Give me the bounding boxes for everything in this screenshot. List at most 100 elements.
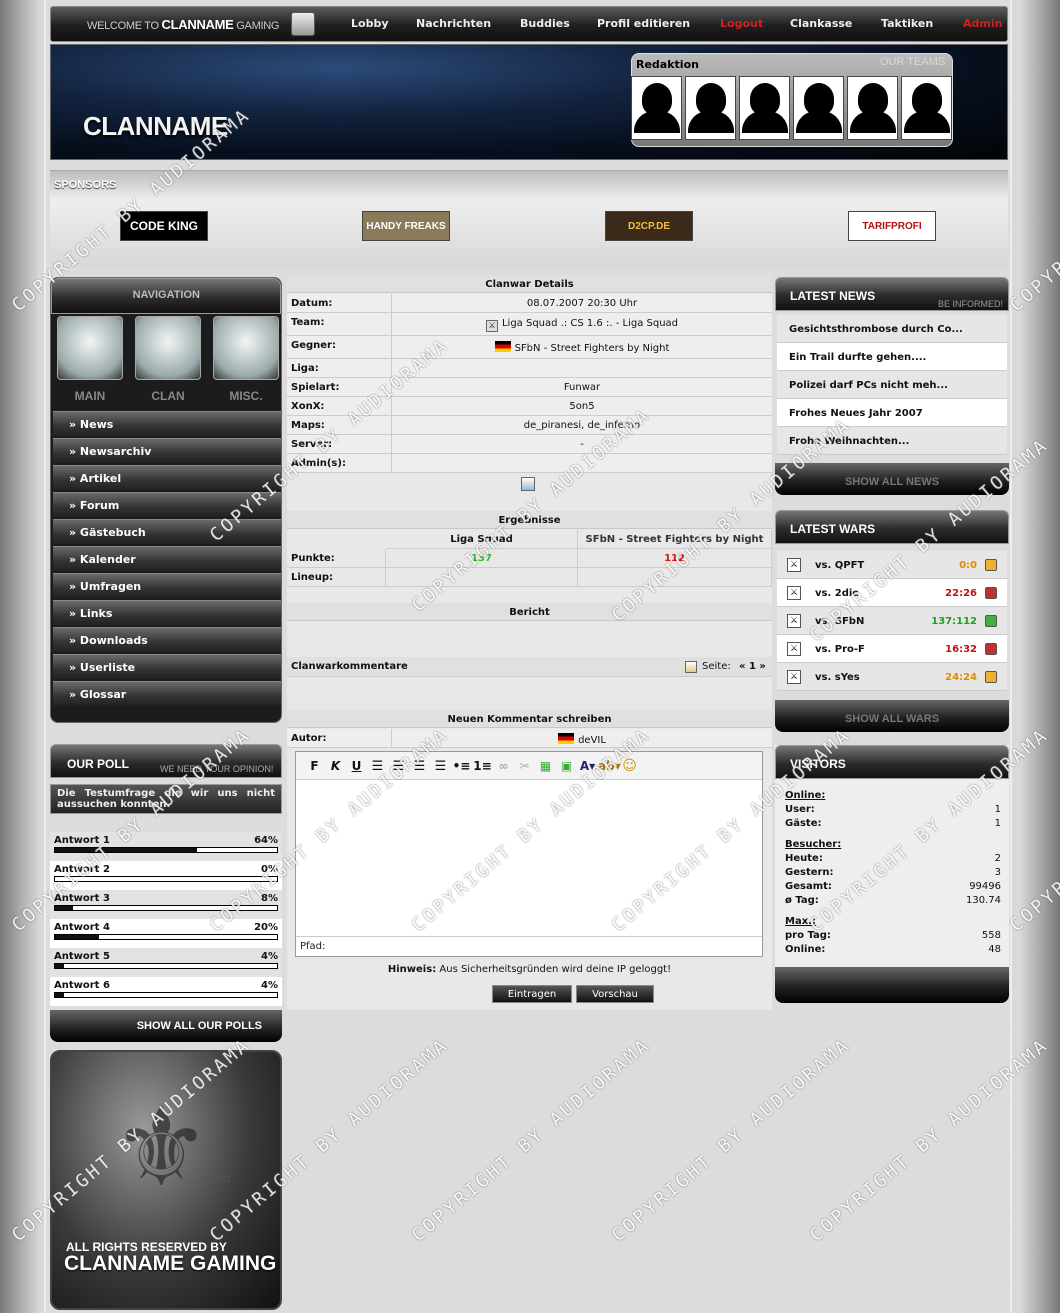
bold-button[interactable]: F bbox=[304, 759, 325, 773]
nav-item-news[interactable]: » News bbox=[53, 411, 281, 436]
war-item[interactable]: ⚔ vs. sYes 24:24 bbox=[777, 663, 1007, 691]
sponsor-d2cp[interactable]: D2CP.DE bbox=[605, 211, 693, 241]
bullet-list-button[interactable]: •≡ bbox=[451, 759, 472, 773]
poll-answer: Antwort 1 64% bbox=[50, 832, 282, 861]
nav-item-forum[interactable]: » Forum bbox=[53, 492, 281, 517]
detail-row-datum: Datum: 08.07.2007 20:30 Uhr bbox=[287, 294, 772, 313]
war-item[interactable]: ⚔ vs. SFbN 137:112 bbox=[777, 607, 1007, 635]
news-item[interactable]: Polizei darf PCs nicht meh... bbox=[777, 371, 1007, 399]
justify-button[interactable]: ☰ bbox=[430, 759, 451, 774]
member-avatar[interactable] bbox=[631, 76, 682, 140]
poll-answer-bar bbox=[54, 876, 278, 882]
pagination[interactable]: « 1 » bbox=[739, 661, 766, 672]
online-heading: Online: bbox=[785, 790, 826, 801]
link-button[interactable]: ∞ bbox=[493, 759, 514, 773]
war-item[interactable]: ⚔ vs. 2die 22:26 bbox=[777, 579, 1007, 607]
preview-button[interactable]: Vorschau bbox=[576, 985, 654, 1003]
nav-nachrichten[interactable]: Nachrichten bbox=[416, 17, 491, 30]
editor-toolbar: F K U ☰ ☰ ☰ ☰ •≡ 1≡ ∞ ✂ ▦ ▣ A▾ ab▾☺ bbox=[296, 752, 762, 780]
category-misc-button[interactable] bbox=[213, 316, 279, 380]
nav-item-downloads[interactable]: » Downloads bbox=[53, 627, 281, 652]
nav-item-userliste[interactable]: » Userliste bbox=[53, 654, 281, 679]
media-button[interactable]: ▦ bbox=[535, 759, 556, 773]
counter-strike-icon: ⚔ bbox=[787, 614, 801, 628]
opponent-link[interactable]: SFbN - Street Fighters by Night bbox=[515, 343, 670, 354]
detail-value: de_piranesi, de_inferno bbox=[523, 420, 641, 431]
author-label: Autor: bbox=[291, 733, 327, 744]
war-score: 16:32 bbox=[945, 644, 977, 655]
nav-clankasse[interactable]: Clankasse bbox=[790, 17, 852, 30]
war-opponent: vs. Pro-F bbox=[815, 644, 865, 655]
image-button[interactable]: ▣ bbox=[556, 759, 577, 773]
detail-row-admins: Admin(s): bbox=[287, 454, 772, 473]
nav-logout[interactable]: Logout bbox=[720, 17, 763, 30]
nav-profil-editieren[interactable]: Profil editieren bbox=[597, 17, 690, 30]
sponsor-code-king[interactable]: CODE KING bbox=[120, 211, 208, 241]
add-comment-icon[interactable] bbox=[685, 661, 697, 673]
team-link[interactable]: Liga Squad .: CS 1.6 :. - Liga Squad bbox=[502, 318, 678, 329]
member-avatar[interactable] bbox=[793, 76, 844, 140]
align-left-button[interactable]: ☰ bbox=[367, 759, 388, 774]
category-main-button[interactable] bbox=[57, 316, 123, 380]
poll-answer-percent: 20% bbox=[254, 922, 278, 933]
category-main-label: MAIN bbox=[74, 389, 106, 403]
smiley-icon[interactable]: ☺ bbox=[619, 758, 640, 774]
visitors-box: VISITORS Online: User: 1 Gäste: 1 Besucher… bbox=[775, 745, 1009, 1003]
nav-taktiken[interactable]: Taktiken bbox=[881, 17, 933, 30]
nav-item-links[interactable]: » Links bbox=[53, 600, 281, 625]
poll-answer: Antwort 6 4% bbox=[50, 977, 282, 1006]
nav-item-kalender[interactable]: » Kalender bbox=[53, 546, 281, 571]
unlink-button[interactable]: ✂ bbox=[514, 759, 535, 773]
sponsor-tarifprofi[interactable]: TARIFPROFI bbox=[848, 211, 936, 241]
poll-answer: Antwort 2 0% bbox=[50, 861, 282, 890]
align-center-button[interactable]: ☰ bbox=[388, 759, 409, 774]
detail-row-team: Team: ⚔ Liga Squad .: CS 1.6 :. - Liga Squ… bbox=[287, 313, 772, 336]
messages-icon[interactable] bbox=[291, 12, 315, 36]
category-clan-button[interactable] bbox=[135, 316, 201, 380]
member-avatar[interactable] bbox=[901, 76, 952, 140]
show-all-news-button[interactable]: SHOW ALL NEWS bbox=[775, 463, 1009, 495]
highlight-button[interactable]: ab▾ bbox=[598, 759, 621, 773]
nav-item-glossar[interactable]: » Glossar bbox=[53, 681, 281, 706]
poll-answer-bar bbox=[54, 963, 278, 969]
watermark-text: COPYRIGHT BY AUDIORAMA bbox=[1006, 724, 1060, 937]
war-item[interactable]: ⚔ vs. QPFT 0:0 bbox=[777, 551, 1007, 579]
submit-button[interactable]: Eintragen bbox=[492, 985, 572, 1003]
news-item[interactable]: Frohes Neues Jahr 2007 bbox=[777, 399, 1007, 427]
comments-header: Clanwarkommentare Seite: « 1 » bbox=[287, 657, 772, 677]
nav-item-artikel[interactable]: » Artikel bbox=[53, 465, 281, 490]
nav-item-gaestebuch[interactable]: » Gästebuch bbox=[53, 519, 281, 544]
comment-textarea[interactable] bbox=[298, 782, 760, 934]
nav-admin[interactable]: Admin bbox=[963, 17, 1002, 30]
team-a-name: Liga Squad bbox=[386, 530, 578, 549]
member-avatar[interactable] bbox=[685, 76, 736, 140]
team-b-name: SFbN - Street Fighters by Night bbox=[578, 530, 772, 549]
news-item[interactable]: Ein Trail durfte gehen.... bbox=[777, 343, 1007, 371]
nav-item-umfragen[interactable]: » Umfragen bbox=[53, 573, 281, 598]
show-all-polls-button[interactable]: SHOW ALL OUR POLLS bbox=[50, 1010, 282, 1042]
italic-button[interactable]: K bbox=[325, 759, 346, 773]
align-right-button[interactable]: ☰ bbox=[409, 759, 430, 774]
nav-lobby[interactable]: Lobby bbox=[351, 17, 389, 30]
news-tagline: BE INFORMED! bbox=[937, 299, 1003, 309]
counter-strike-icon: ⚔ bbox=[787, 558, 801, 572]
screenshots-icon[interactable] bbox=[521, 477, 535, 491]
underline-button[interactable]: U bbox=[346, 759, 367, 773]
results-title: Ergebnisse bbox=[287, 511, 772, 529]
member-avatar[interactable] bbox=[739, 76, 790, 140]
comment-editor: F K U ☰ ☰ ☰ ☰ •≡ 1≡ ∞ ✂ ▦ ▣ A▾ ab▾☺ Pfad: bbox=[295, 751, 763, 957]
editor-path: Pfad: bbox=[296, 936, 762, 956]
numbered-list-button[interactable]: 1≡ bbox=[472, 759, 493, 773]
war-item[interactable]: ⚔ vs. Pro-F 16:32 bbox=[777, 635, 1007, 663]
font-color-button[interactable]: A▾ bbox=[577, 759, 598, 773]
visitors-yesterday-row: Gestern: 3 bbox=[785, 867, 1001, 878]
poll-question: Die Testumfrage die wir uns nicht aussuc… bbox=[50, 784, 282, 814]
member-avatar[interactable] bbox=[847, 76, 898, 140]
sponsor-handy-freaks[interactable]: HANDY FREAKS bbox=[362, 211, 450, 241]
nav-item-newsarchiv[interactable]: » Newsarchiv bbox=[53, 438, 281, 463]
nav-buddies[interactable]: Buddies bbox=[520, 17, 570, 30]
news-item[interactable]: Frohe Weihnachten... bbox=[777, 427, 1007, 455]
detail-key: Datum: bbox=[291, 298, 333, 309]
news-item[interactable]: Gesichtsthrombose durch Co... bbox=[777, 315, 1007, 343]
show-all-wars-button[interactable]: SHOW ALL WARS bbox=[775, 700, 1009, 732]
